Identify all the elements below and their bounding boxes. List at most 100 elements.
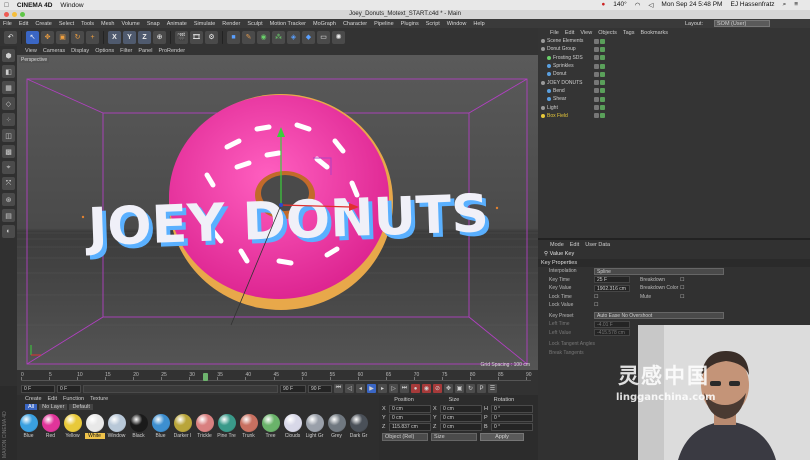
visibility-toggles[interactable] [594, 55, 605, 61]
visibility-toggles[interactable] [594, 96, 605, 102]
zoom-window-button[interactable] [20, 12, 25, 17]
key-properties-section[interactable]: Key Properties [538, 259, 810, 267]
size-mode-dropdown[interactable]: Size [431, 433, 477, 441]
temperature-status[interactable]: 140° [613, 1, 626, 9]
timeline-ruler[interactable]: 0 5 10 15 20 25 30 35 40 45 50 55 60 65 70 75 80 85 90 [21, 372, 532, 381]
material-swatch[interactable]: Window [107, 414, 126, 439]
left-time-field[interactable]: -4.01 F [594, 320, 630, 328]
key-time-field[interactable]: 25 F [594, 276, 630, 284]
render-picture-viewer-icon[interactable]: 🎞 [190, 30, 203, 44]
material-swatch[interactable]: Grey [327, 414, 346, 439]
edges-mode-icon[interactable]: ◫ [2, 129, 15, 142]
viewport-menu-options[interactable]: Options [95, 48, 114, 54]
pen-spline-icon[interactable]: ✎ [242, 30, 255, 44]
position-y-field[interactable]: 0 cm [389, 413, 431, 422]
end-frame-field[interactable]: 90 F [308, 384, 332, 393]
menu-plugins[interactable]: Plugins [401, 21, 419, 27]
menu-sculpt[interactable]: Sculpt [247, 21, 262, 27]
material-swatch[interactable]: Tree [261, 414, 280, 439]
rotation-p-field[interactable]: 0 ° [491, 413, 533, 422]
wifi-icon[interactable]: ◠ [635, 1, 641, 9]
object-menu-edit[interactable]: Edit [565, 30, 574, 36]
menu-render[interactable]: Render [222, 21, 240, 27]
lock-value-checkbox[interactable]: ☐ [594, 302, 598, 308]
snap-icon[interactable]: ⊛ [2, 193, 15, 206]
visibility-toggles[interactable] [594, 113, 605, 119]
workplane-lock-icon[interactable]: ▤ [2, 209, 15, 222]
menu-animate[interactable]: Animate [167, 21, 187, 27]
material-swatch[interactable]: Red [41, 414, 60, 439]
window-menu[interactable]: Window [60, 2, 83, 9]
object-menu-bookmarks[interactable]: Bookmarks [640, 30, 668, 36]
material-menu-create[interactable]: Create [25, 396, 42, 402]
material-menu-function[interactable]: Function [63, 396, 84, 402]
object-row[interactable]: Box Field [538, 112, 810, 120]
menu-snap[interactable]: Snap [147, 21, 160, 27]
max-frame-field[interactable]: 90 F [280, 384, 306, 393]
move-tool-icon[interactable]: ✥ [41, 30, 54, 44]
visibility-toggles[interactable] [594, 88, 605, 94]
apple-icon[interactable]:  [4, 2, 9, 9]
timeline-playhead[interactable] [202, 373, 208, 381]
viewport-menu-display[interactable]: Display [71, 48, 89, 54]
mute-checkbox[interactable]: ☐ [680, 294, 684, 300]
position-x-field[interactable]: 0 cm [389, 404, 431, 413]
material-swatch[interactable]: Trickle [195, 414, 214, 439]
model-mode-icon[interactable]: ◧ [2, 65, 15, 78]
breakdown-color-checkbox[interactable]: ☐ [680, 285, 684, 291]
object-row[interactable]: Frosting SDS [538, 54, 810, 62]
visibility-toggles[interactable] [594, 63, 605, 69]
material-swatch[interactable]: Blue [19, 414, 38, 439]
interpolation-dropdown[interactable]: Spline [594, 267, 724, 275]
previous-frame-icon[interactable]: ◂ [356, 384, 365, 393]
menu-tools[interactable]: Tools [81, 21, 94, 27]
object-menu-tags[interactable]: Tags [623, 30, 635, 36]
user-name[interactable]: EJ Hassenfratz [730, 1, 774, 9]
object-row[interactable]: Scene Elements [538, 37, 810, 45]
visibility-toggles[interactable] [594, 46, 605, 52]
size-x-field[interactable]: 0 cm [440, 404, 482, 413]
scale-tool-icon[interactable]: ▣ [56, 30, 69, 44]
rotate-tool-icon[interactable]: ↻ [71, 30, 84, 44]
undo-icon[interactable]: ↶ [4, 30, 17, 44]
object-row[interactable]: Sprinkles [538, 62, 810, 70]
material-menu-edit[interactable]: Edit [48, 396, 57, 402]
app-menu[interactable]: CINEMA 4D [17, 2, 53, 9]
lock-time-checkbox[interactable]: ☐ [594, 294, 630, 300]
menu-edit[interactable]: Edit [19, 21, 28, 27]
render-settings-icon[interactable]: ⚙ [205, 30, 218, 44]
visibility-toggles[interactable] [594, 71, 605, 77]
visibility-toggles[interactable] [594, 38, 605, 44]
material-swatch[interactable]: Yellow [63, 414, 82, 439]
menu-list-icon[interactable]: ≡ [794, 1, 798, 9]
object-row[interactable]: Light [538, 103, 810, 111]
x-axis-lock-button[interactable]: X [108, 30, 121, 44]
record-parameter-icon[interactable]: P [477, 384, 486, 393]
polygons-mode-icon[interactable]: ▩ [2, 145, 15, 158]
key-value-field[interactable]: 1902.316 cm [594, 284, 630, 292]
scene-environment-icon[interactable]: ◆ [302, 30, 315, 44]
go-to-end-icon[interactable]: ⏭ [400, 384, 409, 393]
object-menu-objects[interactable]: Objects [598, 30, 617, 36]
cloner-icon[interactable]: ⁂ [272, 30, 285, 44]
solo-icon[interactable]: ◐ [2, 225, 15, 238]
apply-button[interactable]: Apply [480, 433, 524, 441]
menu-file[interactable]: File [3, 21, 12, 27]
size-y-field[interactable]: 0 cm [440, 413, 482, 422]
menu-help[interactable]: Help [473, 21, 484, 27]
material-swatch[interactable]: Pine Tre [217, 414, 236, 439]
filter-all[interactable]: All [25, 404, 38, 410]
autokeying-icon[interactable]: ◉ [422, 384, 431, 393]
viewport-menu-prorender[interactable]: ProRender [158, 48, 185, 54]
material-swatch[interactable]: Light Gr [305, 414, 324, 439]
layout-dropdown[interactable]: SOM (User) [714, 20, 770, 27]
render-view-icon[interactable]: 🎬 [175, 30, 188, 44]
live-selection-icon[interactable]: ↖ [26, 30, 39, 44]
rotation-b-field[interactable]: 0 ° [491, 422, 533, 431]
material-menu-texture[interactable]: Texture [90, 396, 108, 402]
attr-menu-edit[interactable]: Edit [570, 242, 579, 248]
object-row[interactable]: Donut Group [538, 45, 810, 53]
menu-simulate[interactable]: Simulate [194, 21, 215, 27]
menu-create[interactable]: Create [35, 21, 52, 27]
material-swatch[interactable]: Clouds [283, 414, 302, 439]
